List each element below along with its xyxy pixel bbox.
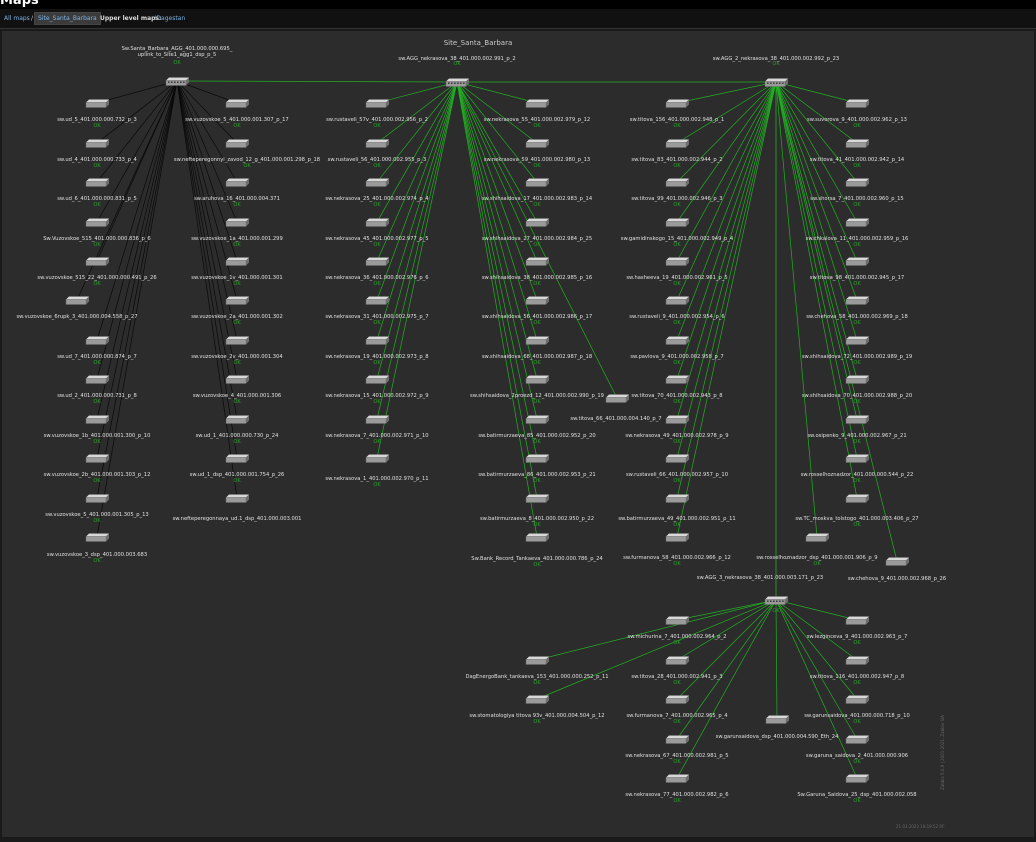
status-ok: OK <box>93 163 101 169</box>
status-ok: OK <box>373 281 381 287</box>
status-ok: OK <box>373 360 381 366</box>
status-ok: OK <box>233 478 241 484</box>
status-ok: OK <box>233 360 241 366</box>
status-ok: OK <box>533 202 541 208</box>
status-ok: OK <box>173 60 181 66</box>
status-ok: OK <box>853 202 861 208</box>
status-ok: OK <box>533 123 541 129</box>
status-ok: OK <box>93 242 101 248</box>
device-label: sw.vuzovskoe_6rupk_3_401.000.004.558_p_2… <box>16 314 138 320</box>
status-ok: OK <box>853 439 861 445</box>
status-ok: OK <box>673 281 681 287</box>
status-ok: OK <box>673 242 681 248</box>
status-ok: OK <box>233 242 241 248</box>
status-ok: OK <box>853 478 861 484</box>
status-ok: OK <box>233 399 241 405</box>
status-ok: OK <box>853 320 861 326</box>
hub-label: sw.AGG_3_nekrasova_38_401.000.003.171_p_… <box>696 575 824 581</box>
status-ok: OK <box>772 61 780 67</box>
status-ok: OK <box>853 163 861 169</box>
status-ok: OK <box>533 360 541 366</box>
status-ok: OK <box>673 163 681 169</box>
status-ok: OK <box>673 202 681 208</box>
status-ok: OK <box>233 281 241 287</box>
status-ok: OK <box>93 518 101 524</box>
status-ok: OK <box>533 719 541 725</box>
status-ok: OK <box>853 123 861 129</box>
status-ok: OK <box>373 163 381 169</box>
status-ok: OK <box>853 719 861 725</box>
status-ok: OK <box>533 163 541 169</box>
status-ok: OK <box>853 522 861 528</box>
status-ok: OK <box>93 399 101 405</box>
map-watermark: Zabbix 5.0.9 | 2001-2021, Zabbix SIA <box>940 715 945 790</box>
status-ok: OK <box>673 478 681 484</box>
status-ok: OK <box>373 242 381 248</box>
status-ok: OK <box>673 680 681 686</box>
status-ok: OK <box>93 202 101 208</box>
status-ok: OK <box>93 281 101 287</box>
status-ok: OK <box>673 360 681 366</box>
status-ok: OK <box>853 798 861 804</box>
map-canvas[interactable]: Site_Santa_Barbara 21.03.2023 19:19:52 R… <box>2 31 1034 837</box>
status-ok: OK <box>673 640 681 646</box>
status-ok: OK <box>453 61 461 67</box>
status-ok: OK <box>853 281 861 287</box>
status-ok: OK <box>673 123 681 129</box>
status-ok: OK <box>673 522 681 528</box>
status-ok: OK <box>533 399 541 405</box>
status-ok: OK <box>233 202 241 208</box>
status-ok: OK <box>853 242 861 248</box>
status-ok: OK <box>243 163 251 169</box>
status-ok: OK <box>533 320 541 326</box>
status-ok: OK <box>93 123 101 129</box>
status-ok: OK <box>853 680 861 686</box>
map-title: Site_Santa_Barbara <box>443 39 513 47</box>
status-ok: OK <box>673 561 681 567</box>
status-ok: OK <box>533 478 541 484</box>
status-ok: OK <box>772 608 780 614</box>
status-ok: OK <box>673 759 681 765</box>
device-label: sw.titova_66_401.000.004.140_p_7 <box>570 416 662 422</box>
status-ok: OK <box>673 320 681 326</box>
hub-label: Sw.Santa_Barbara_AGG_401.000.000.695_ up… <box>121 46 233 58</box>
status-ok: OK <box>673 399 681 405</box>
status-ok: OK <box>373 202 381 208</box>
status-ok: OK <box>373 399 381 405</box>
status-ok: OK <box>233 320 241 326</box>
status-ok: OK <box>93 478 101 484</box>
status-ok: OK <box>853 399 861 405</box>
label-layer: Site_Santa_Barbara 21.03.2023 19:19:52 R… <box>0 0 1036 842</box>
status-ok: OK <box>233 439 241 445</box>
status-ok: OK <box>533 680 541 686</box>
status-ok: OK <box>853 360 861 366</box>
status-ok: OK <box>533 439 541 445</box>
status-ok: OK <box>373 123 381 129</box>
status-ok: OK <box>93 360 101 366</box>
status-ok: OK <box>373 439 381 445</box>
status-ok: OK <box>673 719 681 725</box>
status-ok: OK <box>533 562 541 568</box>
status-ok: OK <box>853 640 861 646</box>
status-ok: OK <box>533 281 541 287</box>
status-ok: OK <box>673 439 681 445</box>
status-ok: OK <box>853 759 861 765</box>
device-label: sw.chehova_9_401.000.002.968_p_26 <box>847 576 947 582</box>
status-ok: OK <box>533 522 541 528</box>
status-ok: OK <box>233 123 241 129</box>
device-label: sw.nefteperegonnaya_ud.1_dsp_401.000.003… <box>172 516 302 522</box>
status-ok: OK <box>813 561 821 567</box>
device-label: sw.garunsaidova_dsp_401.000.004.590_Eth_… <box>715 734 839 740</box>
status-ok: OK <box>373 482 381 488</box>
map-timestamp: 21.03.2023 19:19:52 RF <box>896 824 945 829</box>
status-ok: OK <box>673 798 681 804</box>
status-ok: OK <box>373 320 381 326</box>
status-ok: OK <box>533 242 541 248</box>
status-ok: OK <box>93 439 101 445</box>
status-ok: OK <box>93 558 101 564</box>
